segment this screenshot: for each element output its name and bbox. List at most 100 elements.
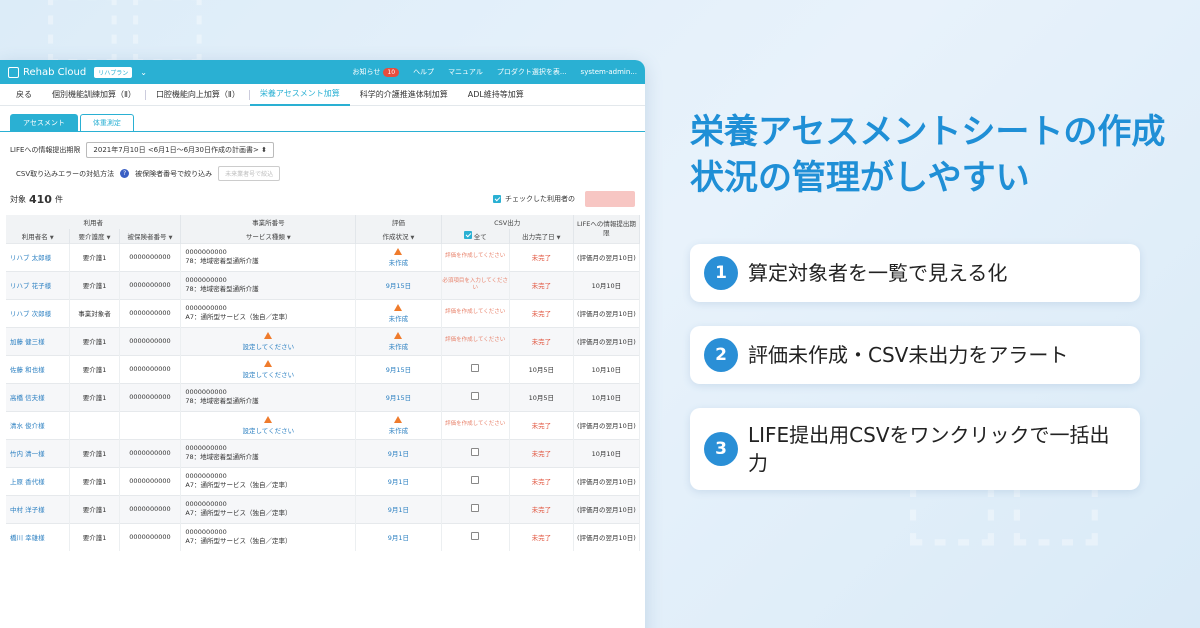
service-cell: 0000000000 A7：通所型サービス（独自／定率）	[180, 298, 357, 327]
row-checkbox[interactable]	[471, 392, 480, 400]
header-status[interactable]: 作成状況 ▼	[355, 229, 442, 243]
chevron-down-icon[interactable]: ⌄	[140, 68, 147, 77]
output-done-date: 未完了	[509, 410, 574, 439]
life-deadline: 10月10日	[573, 354, 641, 383]
care-level: 要介護1	[69, 466, 120, 495]
back-link[interactable]: 戻る	[6, 84, 42, 106]
row-checkbox[interactable]	[471, 476, 480, 484]
status-link[interactable]: 9月15日	[386, 282, 411, 290]
user-name-link[interactable]: 清水 俊介様	[6, 410, 71, 439]
user-name-link[interactable]: リハブ 次郎様	[6, 298, 71, 327]
select-arrow-icon: ⬍	[261, 146, 267, 154]
user-name-link[interactable]: 橋川 幸雄様	[6, 522, 71, 551]
status-link[interactable]: 未作成	[389, 343, 409, 351]
brand-logo[interactable]: Rehab Cloud リハプラン ⌄	[8, 66, 147, 78]
row-checkbox[interactable]	[471, 448, 480, 456]
life-deadline: (評価月の翌月10日)	[573, 298, 641, 327]
header-service[interactable]: サービス種類 ▼	[180, 229, 357, 243]
status-link[interactable]: 9月15日	[386, 366, 411, 374]
feature-card-1: 1 算定対象者を一覧で見える化	[690, 244, 1140, 302]
status-link[interactable]: 未作成	[389, 427, 409, 435]
life-deadline: 10月10日	[573, 270, 641, 299]
office-number: 0000000000	[185, 276, 227, 285]
header-eval: 評価	[355, 215, 442, 229]
header-care[interactable]: 要介護度 ▼	[69, 229, 120, 243]
user-name-link[interactable]: 高橋 信夫様	[6, 382, 71, 411]
product-select[interactable]: プロダクト選択を表...	[497, 67, 567, 77]
select-all-checkbox[interactable]	[463, 230, 472, 239]
service-setting-link[interactable]: 設定してください	[243, 427, 295, 435]
office-number: 0000000000	[185, 500, 227, 509]
insured-number	[119, 410, 182, 439]
feature-text: 算定対象者を一覧で見える化	[748, 261, 1008, 285]
service-setting-link[interactable]: 設定してください	[243, 343, 295, 351]
user-name-link[interactable]: 上原 香代様	[6, 466, 71, 495]
care-level: 要介護1	[69, 242, 120, 271]
row-checkbox[interactable]	[471, 364, 480, 372]
tab-adl[interactable]: ADL維持等加算	[458, 84, 534, 106]
service-cell: 0000000000 78：地域密着型通所介護	[180, 242, 357, 271]
user-menu[interactable]: system-admin...	[581, 68, 637, 76]
status-link[interactable]: 9月1日	[388, 450, 409, 458]
csv-cell	[441, 438, 510, 467]
status-link[interactable]: 未作成	[389, 315, 409, 323]
feature-number: 1	[704, 256, 738, 290]
brand-name: Rehab Cloud	[23, 66, 87, 78]
status-cell: 未作成	[355, 410, 442, 439]
user-name-link[interactable]: 中村 洋子様	[6, 494, 71, 523]
deadline-select[interactable]: 2021年7月10日 <6月1日〜6月30日作成の計画書> ⬍	[86, 142, 274, 158]
warning-icon	[394, 415, 403, 423]
service-type: 78：地域密着型通所介護	[185, 257, 259, 265]
life-deadline: (評価月の翌月10日)	[573, 326, 641, 355]
csv-cell	[441, 494, 510, 523]
subtab-weight[interactable]: 体重測定	[79, 114, 134, 131]
status-link[interactable]: 9月1日	[388, 478, 409, 486]
service-type: A7：通所型サービス（独自／定率）	[185, 509, 292, 517]
service-cell: 0000000000 78：地域密着型通所介護	[180, 270, 357, 299]
table-row: 中村 洋子様 要介護1 0000000000 0000000000 A7：通所型サービス…	[6, 494, 641, 523]
user-name-link[interactable]: 佐藤 和也様	[6, 354, 71, 383]
tab-individual-training[interactable]: 個別機能訓練加算（Ⅱ）	[42, 84, 146, 106]
header-done-label: 出力完了日	[522, 232, 555, 241]
header-name[interactable]: 利用者名 ▼	[6, 229, 71, 243]
table-row: 竹内 清一様 要介護1 0000000000 0000000000 78：地域密着型通所…	[6, 438, 641, 467]
output-done-date: 10月5日	[509, 354, 574, 383]
output-button[interactable]	[585, 191, 635, 207]
status-link[interactable]: 9月1日	[388, 534, 409, 542]
service-setting-link[interactable]: 設定してください	[243, 371, 295, 379]
checked-checkbox[interactable]	[493, 195, 501, 203]
header-insured-label: 被保険者番号	[127, 232, 167, 241]
header-insured[interactable]: 被保険者番号 ▼	[119, 229, 182, 243]
row-checkbox[interactable]	[471, 532, 480, 541]
deadline-filter: LIFEへの情報提出期限 2021年7月10日 <6月1日〜6月30日作成の計画…	[0, 132, 645, 158]
help-icon[interactable]: ?	[120, 169, 130, 178]
insured-search-input[interactable]: 未来業者号で絞込	[218, 166, 281, 181]
user-name-link[interactable]: 竹内 清一様	[6, 438, 71, 467]
table-row: 上原 香代様 要介護1 0000000000 0000000000 A7：通所型サービス…	[6, 466, 641, 495]
header-all[interactable]: 全て	[441, 229, 510, 243]
user-name-link[interactable]: リハブ 太郎様	[6, 242, 71, 271]
row-checkbox[interactable]	[471, 504, 480, 512]
status-link[interactable]: 9月15日	[386, 394, 411, 402]
manual-link[interactable]: マニュアル	[448, 67, 483, 77]
feature-card-2: 2 評価未作成・CSV未出力をアラート	[690, 326, 1140, 384]
service-type: 78：地域密着型通所介護	[185, 285, 259, 293]
user-name-link[interactable]: 加藤 健三様	[6, 326, 71, 355]
office-number: 0000000000	[185, 528, 227, 537]
notice-link[interactable]: お知らせ 10	[353, 67, 400, 77]
help-link[interactable]: ヘルプ	[413, 67, 434, 77]
tab-nutrition-assessment[interactable]: 栄養アセスメント加算	[249, 84, 350, 106]
subtab-assessment[interactable]: アセスメント	[10, 114, 78, 131]
header-care-label: 要介護度	[78, 232, 105, 241]
status-cell: 未作成	[355, 326, 442, 355]
count-label: 対象	[10, 194, 26, 204]
office-number: 0000000000	[185, 248, 227, 257]
tab-oral-function[interactable]: 口腔機能向上加算（Ⅱ）	[146, 84, 250, 106]
tab-scientific-care[interactable]: 科学的介護推進体制加算	[350, 84, 458, 106]
header-done[interactable]: 出力完了日 ▼	[509, 229, 574, 243]
plan-badge: リハプラン	[94, 66, 133, 78]
status-link[interactable]: 未作成	[389, 259, 409, 267]
status-link[interactable]: 9月1日	[388, 506, 409, 514]
user-name-link[interactable]: リハブ 花子様	[6, 270, 71, 299]
sort-icon: ▼	[106, 234, 111, 241]
